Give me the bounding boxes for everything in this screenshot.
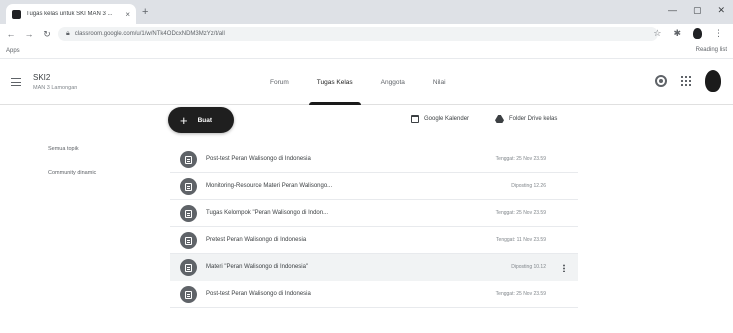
header-actions: [655, 70, 721, 92]
list-item-meta: Diposting 12.26: [511, 183, 546, 189]
list-item-title: Monitoring-Resource Materi Peran Walison…: [206, 183, 333, 189]
google-calendar-link[interactable]: Google Kalender: [411, 115, 469, 123]
assignment-icon: [180, 286, 197, 303]
menu-icon[interactable]: [11, 78, 21, 86]
create-button-label: Buat: [197, 116, 213, 124]
topic-community[interactable]: Community dinamic: [48, 170, 96, 176]
tab-forum[interactable]: Forum: [256, 59, 303, 105]
list-item-meta: Tenggat: 25 Nov 23.59: [495, 210, 546, 216]
list-item[interactable]: Monitoring-Resource Materi Peran Walison…: [170, 173, 578, 200]
lock-icon: 🔒︎: [66, 30, 70, 37]
list-item[interactable]: Post-test Peran Walisongo di Indonesia T…: [170, 281, 578, 308]
list-item[interactable]: Pretest Peran Walisongo di Indonesia Ten…: [170, 227, 578, 254]
plus-icon: +: [180, 112, 188, 128]
forward-arrow-icon[interactable]: →: [24, 29, 34, 39]
list-item[interactable]: Tugas Kelompok "Peran Walisongo di Indon…: [170, 200, 578, 227]
class-title[interactable]: SKI2: [33, 73, 50, 82]
address-url[interactable]: classroom.google.com/u/1/w/NTk4ODcxNDM3M…: [75, 31, 225, 37]
list-item-title: Pretest Peran Walisongo di Indonesia: [206, 237, 307, 243]
list-item-meta: Tenggat: 25 Nov 23.59: [495, 156, 546, 162]
browser-tabstrip: Tugas kelas untuk SKI MAN 3 ... × + — ▢ …: [0, 0, 733, 24]
bookmark-apps[interactable]: Apps: [6, 48, 20, 54]
browser-toolbar: ← → ↻ 🔒︎ classroom.google.com/u/1/w/NTk4…: [0, 24, 733, 44]
calendar-icon: [411, 115, 419, 123]
tab-grades[interactable]: Nilai: [419, 59, 460, 105]
gear-icon[interactable]: [655, 75, 667, 87]
star-icon[interactable]: ☆: [653, 28, 661, 39]
classwork-list: Post-test Peran Walisongo di Indonesia T…: [170, 146, 578, 308]
browser-menu-icon[interactable]: ⋮: [714, 28, 723, 39]
close-window-button[interactable]: ✕: [717, 5, 725, 16]
browser-profile-avatar[interactable]: [693, 28, 702, 39]
material-icon: [180, 259, 197, 276]
toolbar-right: ☆ ✱ ⋮: [653, 28, 723, 39]
classroom-header: SKI2 MAN 3 Lamongan Forum Tugas Kelas An…: [0, 59, 733, 105]
extensions-icon[interactable]: ✱: [673, 28, 681, 39]
topic-all[interactable]: Semua topik: [48, 146, 96, 152]
assignment-icon: [180, 178, 197, 195]
address-bar[interactable]: 🔒︎ classroom.google.com/u/1/w/NTk4ODcxND…: [58, 27, 658, 41]
topic-sidebar: Semua topik Community dinamic: [48, 146, 96, 194]
assignment-icon: [180, 205, 197, 222]
new-tab-button[interactable]: +: [142, 6, 148, 18]
class-drive-folder-label: Folder Drive kelas: [509, 116, 558, 122]
list-item-meta: Diposting 10.12: [511, 264, 546, 270]
assignment-icon: [180, 151, 197, 168]
more-vert-icon[interactable]: [563, 264, 565, 272]
class-drive-folder-link[interactable]: Folder Drive kelas: [495, 115, 557, 123]
classroom-favicon-icon: [12, 9, 21, 19]
google-calendar-label: Google Kalender: [424, 116, 470, 122]
assignment-icon: [180, 232, 197, 249]
list-item-title: Post-test Peran Walisongo di Indonesia: [206, 156, 311, 162]
apps-grid-icon[interactable]: [681, 76, 691, 86]
browser-tab-title: Tugas kelas untuk SKI MAN 3 ...: [26, 11, 113, 17]
list-item[interactable]: Materi "Peran Walisongo di Indonesia" Di…: [170, 254, 578, 281]
reading-list-button[interactable]: Reading list: [696, 47, 727, 53]
create-button[interactable]: + Buat: [168, 107, 234, 133]
list-item-title: Tugas Kelompok "Peran Walisongo di Indon…: [206, 210, 329, 216]
tab-members[interactable]: Anggota: [367, 59, 419, 105]
class-section: MAN 3 Lamongan: [33, 85, 78, 91]
list-item-title: Post-test Peran Walisongo di Indonesia: [206, 291, 311, 297]
maximize-button[interactable]: ▢: [693, 5, 702, 16]
reload-icon[interactable]: ↻: [42, 29, 52, 40]
drive-icon: [495, 115, 504, 123]
tab-close-icon[interactable]: ×: [125, 10, 130, 19]
browser-tab[interactable]: Tugas kelas untuk SKI MAN 3 ... ×: [6, 4, 136, 24]
class-nav-tabs: Forum Tugas Kelas Anggota Nilai: [256, 59, 460, 105]
list-item-meta: Tenggat: 11 Nov 23.59: [496, 237, 546, 243]
back-arrow-icon[interactable]: ←: [6, 29, 16, 39]
list-item-meta: Tenggat: 25 Nov 23.59: [495, 291, 546, 297]
list-item-title: Materi "Peran Walisongo di Indonesia": [206, 264, 309, 270]
user-avatar[interactable]: [705, 70, 721, 92]
list-item[interactable]: Post-test Peran Walisongo di Indonesia T…: [170, 146, 578, 173]
tab-classwork[interactable]: Tugas Kelas: [303, 59, 367, 105]
window-controls: — ▢ ✕: [668, 5, 725, 16]
bookmarks-bar: Apps Reading list: [0, 44, 733, 59]
minimize-button[interactable]: —: [668, 5, 677, 16]
